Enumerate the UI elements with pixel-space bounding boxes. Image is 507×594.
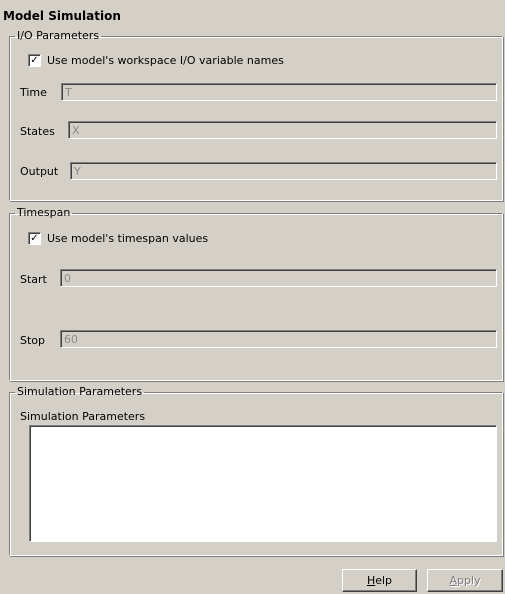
use-workspace-names-label[interactable]: Use model's workspace I/O variable names xyxy=(47,54,284,67)
simulation-parameters-label: Simulation Parameters xyxy=(20,410,146,423)
help-label-rest: elp xyxy=(375,574,393,587)
output-input[interactable] xyxy=(70,162,497,180)
use-timespan-label[interactable]: Use model's timespan values xyxy=(47,232,208,245)
use-workspace-names-checkbox[interactable]: ✓ xyxy=(28,54,41,67)
help-button[interactable]: Help xyxy=(342,569,417,592)
help-mnemonic: H xyxy=(366,574,376,587)
io-parameters-legend: I/O Parameters xyxy=(17,29,100,42)
apply-mnemonic: A xyxy=(449,574,457,587)
stop-input[interactable] xyxy=(60,330,497,348)
simulation-parameters-textarea[interactable] xyxy=(29,425,497,542)
output-label: Output xyxy=(20,165,59,178)
time-label: Time xyxy=(20,86,47,99)
panel-title: Model Simulation xyxy=(3,9,121,23)
timespan-legend: Timespan xyxy=(17,206,71,219)
start-label: Start xyxy=(20,273,47,286)
simulation-parameters-legend: Simulation Parameters xyxy=(17,385,143,398)
apply-label-rest: pply xyxy=(457,574,481,587)
states-input[interactable] xyxy=(68,121,497,139)
states-label: States xyxy=(20,125,55,138)
apply-button[interactable]: Apply xyxy=(427,569,503,592)
model-simulation-panel: Model Simulation I/O Parameters ✓ Use mo… xyxy=(0,0,505,594)
stop-label: Stop xyxy=(20,334,46,347)
use-timespan-checkbox[interactable]: ✓ xyxy=(28,232,41,245)
start-input[interactable] xyxy=(60,269,497,287)
time-input[interactable] xyxy=(61,83,497,101)
